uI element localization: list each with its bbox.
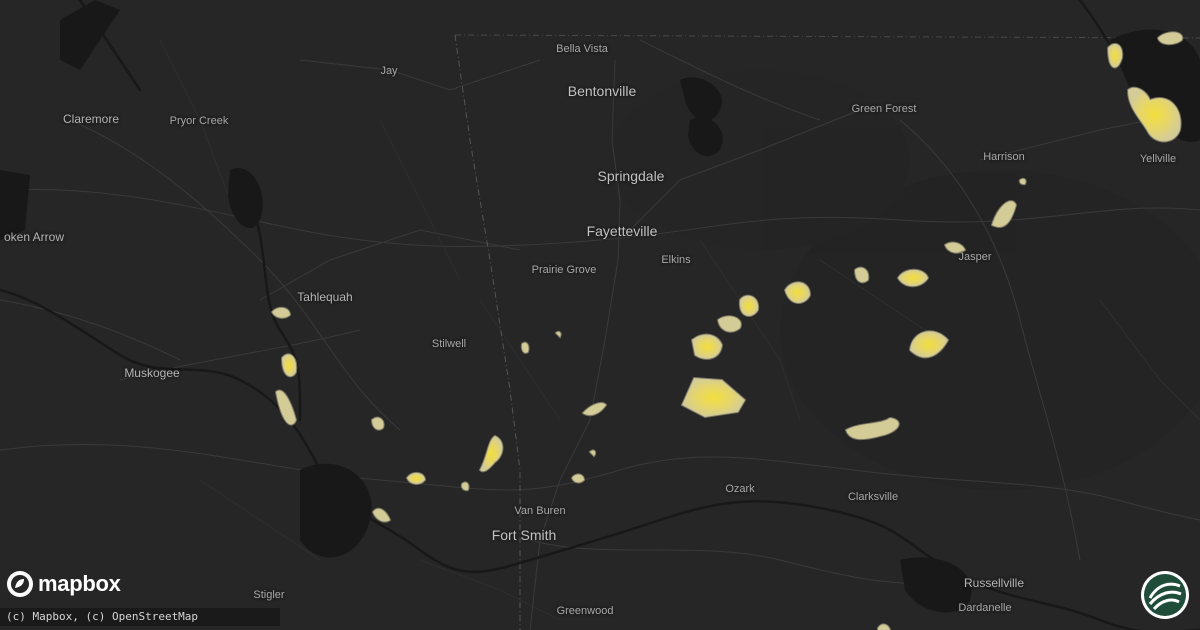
place-label-fayetteville: Fayetteville	[586, 223, 658, 239]
place-label-stilwell: Stilwell	[431, 338, 467, 350]
mapbox-logo[interactable]: mapbox	[6, 570, 121, 598]
map-canvas[interactable]: Bella Vista Bentonville Springdale Fayet…	[0, 0, 1200, 630]
place-label-muskogee: Muskogee	[124, 366, 180, 380]
hail-swath	[877, 623, 892, 630]
hail-swath	[853, 266, 870, 284]
map-attribution[interactable]: (c) Mapbox, (c) OpenStreetMap	[0, 608, 280, 626]
place-label-stigler: Stigler	[253, 589, 285, 601]
hail-swath	[370, 416, 385, 431]
hail-swath	[280, 353, 298, 378]
place-label-prairie-grove: Prairie Grove	[531, 264, 597, 276]
hail-swath	[896, 268, 930, 288]
place-label-clarksville: Clarksville	[847, 491, 899, 503]
place-label-ozark: Ozark	[725, 483, 755, 495]
place-label-yellville: Yellville	[1139, 153, 1177, 165]
place-label-fort-smith: Fort Smith	[491, 527, 557, 543]
place-label-jasper: Jasper	[958, 251, 992, 263]
place-label-pryor-creek: Pryor Creek	[169, 115, 229, 127]
place-label-springdale: Springdale	[597, 168, 665, 184]
hail-swath	[570, 473, 586, 484]
place-label-harrison: Harrison	[983, 151, 1025, 163]
place-label-tahlequah: Tahlequah	[297, 290, 353, 304]
hail-swath	[690, 333, 724, 360]
place-label-bella-vista: Bella Vista	[556, 43, 608, 55]
hail-swath	[1106, 42, 1124, 69]
place-label-broken-arrow: oken Arrow	[3, 230, 65, 244]
mapbox-logo-icon	[7, 571, 33, 597]
hail-swath	[1018, 177, 1027, 186]
place-label-jay: Jay	[380, 65, 398, 77]
place-label-bentonville: Bentonville	[567, 83, 637, 99]
hail-swath	[270, 306, 292, 319]
place-label-greenwood: Greenwood	[556, 605, 614, 617]
place-label-russellville: Russellville	[963, 576, 1025, 590]
place-label-van-buren: Van Buren	[514, 505, 566, 517]
place-label-claremore: Claremore	[62, 112, 120, 126]
place-label-dardanelle: Dardanelle	[958, 602, 1012, 614]
place-label-green-forest: Green Forest	[851, 103, 917, 115]
mapbox-logo-text: mapbox	[38, 571, 121, 596]
hail-swath	[520, 341, 530, 354]
hail-swath	[738, 294, 760, 317]
place-label-elkins: Elkins	[661, 254, 691, 266]
hail-swath	[1156, 31, 1184, 46]
hail-swath	[405, 472, 427, 485]
site-badge-icon[interactable]	[1140, 570, 1190, 620]
hail-swath	[460, 481, 470, 492]
